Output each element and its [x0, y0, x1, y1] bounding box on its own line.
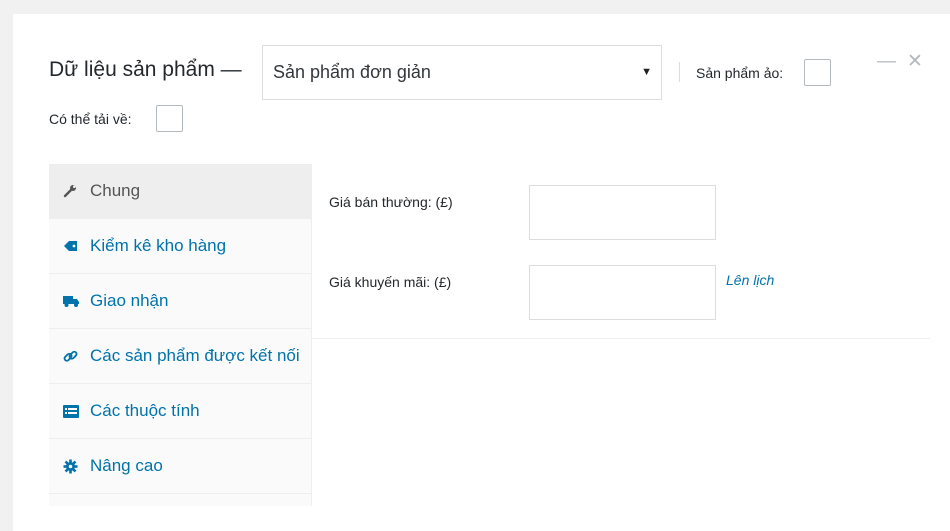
downloadable-label: Có thể tải về:: [49, 111, 132, 127]
sale-price-input[interactable]: [529, 265, 716, 320]
product-data-panel: Dữ liệu sản phẩm — Sản phẩm đơn giản ▼ S…: [13, 14, 950, 531]
minimize-icon[interactable]: —: [877, 52, 896, 71]
tag-icon: [63, 239, 90, 253]
product-type-value: Sản phẩm đơn giản: [273, 62, 431, 82]
virtual-checkbox[interactable]: [804, 59, 831, 86]
regular-price-label: Giá bán thường: (£): [329, 194, 453, 210]
truck-icon: [63, 294, 90, 308]
gear-icon: [63, 459, 90, 474]
tab-inventory[interactable]: Kiểm kê kho hàng: [49, 219, 311, 274]
virtual-label: Sản phẩm ảo:: [696, 65, 784, 81]
tab-shipping[interactable]: Giao nhận: [49, 274, 311, 329]
tab-label: Kiểm kê kho hàng: [90, 236, 227, 255]
product-type-select[interactable]: Sản phẩm đơn giản ▼: [262, 45, 662, 100]
tab-label: Giao nhận: [90, 291, 169, 310]
list-icon: [63, 404, 90, 418]
tab-general[interactable]: Chung: [49, 164, 311, 219]
sale-price-label: Giá khuyến mãi: (£): [329, 274, 452, 290]
regular-price-input[interactable]: [529, 185, 716, 240]
tab-label: Các thuộc tính: [90, 401, 200, 420]
tab-label: Các sản phẩm được kết nối: [90, 346, 300, 365]
schedule-link[interactable]: Lên lịch: [726, 272, 774, 288]
tab-attributes[interactable]: Các thuộc tính: [49, 384, 311, 439]
close-icon[interactable]: ✕: [907, 52, 923, 71]
tab-linked-products[interactable]: Các sản phẩm được kết nối: [49, 329, 311, 384]
tab-advanced[interactable]: Nâng cao: [49, 439, 311, 494]
panel-title: Dữ liệu sản phẩm —: [49, 58, 242, 81]
tab-label: Nâng cao: [90, 456, 163, 475]
product-data-tabs: Chung Kiểm kê kho hàng Giao nhận Các sản…: [49, 164, 312, 506]
link-icon: [63, 349, 90, 364]
tab-label: Chung: [90, 181, 141, 200]
dropdown-caret-icon: ▼: [641, 66, 652, 78]
wrench-icon: [63, 184, 90, 198]
downloadable-checkbox[interactable]: [156, 105, 183, 132]
content-divider: [312, 338, 930, 339]
header-divider: [679, 62, 680, 82]
